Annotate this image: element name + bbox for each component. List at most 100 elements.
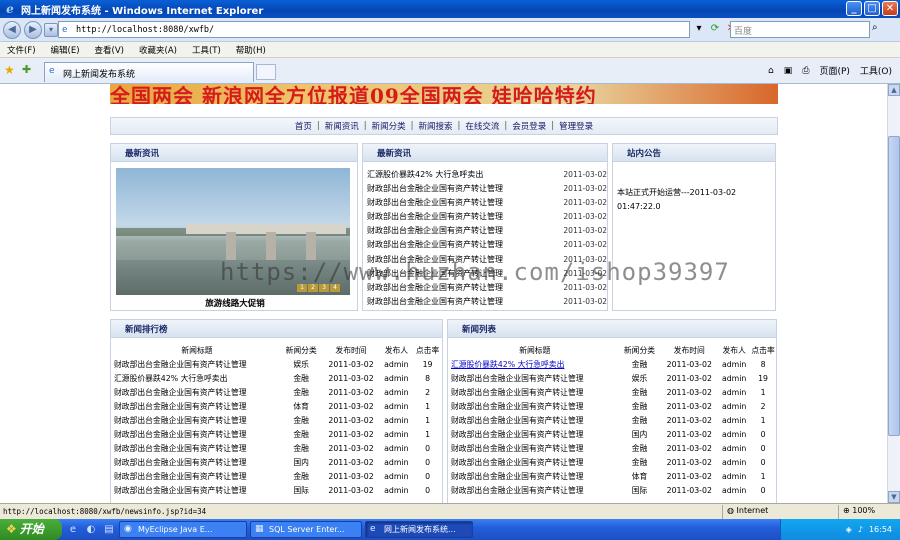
task-myeclipse[interactable]: ◉ MyEclipse Java E... [119,521,247,538]
news-title-cell[interactable]: 财政部出台金融企业国有资产转让管理 [451,413,619,427]
table-row[interactable]: 财政部出台金融企业国有资产转让管理 金融 2011-03-02 admin 0 [451,441,776,455]
news-title-cell[interactable]: 财政部出台金融企业国有资产转让管理 [451,483,619,497]
news-title-link[interactable]: 财政部出台金融企业国有资产转让管理 [367,210,503,224]
table-row[interactable]: 财政部出台金融企业国有资产转让管理 国内 2011-03-02 admin 0 [451,427,776,441]
zoom-level[interactable]: ⊕ 100% [838,505,879,519]
back-button[interactable]: ◀ [3,20,21,39]
table-row[interactable]: 财政部出台金融企业国有资产转让管理 金融 2011-03-02 admin 1 [451,385,776,399]
refresh-icon[interactable]: ⟳ [708,22,722,36]
news-title-cell[interactable]: 财政部出台金融企业国有资产转让管理 [114,357,280,371]
news-title-cell[interactable]: 财政部出台金融企业国有资产转让管理 [114,399,280,413]
tools-menu[interactable]: 工具(O) [860,64,892,77]
table-row[interactable]: 财政部出台金融企业国有资产转让管理 娱乐 2011-03-02 admin 19 [114,357,442,371]
news-title-cell[interactable]: 财政部出台金融企业国有资产转让管理 [451,469,619,483]
print-icon[interactable]: ⎙ [802,66,809,76]
news-title-cell[interactable]: 财政部出台金融企业国有资产转让管理 [451,441,619,455]
scroll-thumb[interactable] [888,136,900,436]
close-button[interactable]: ✕ [882,1,898,16]
menu-view[interactable]: 查看(V) [88,44,132,56]
table-row[interactable]: 财政部出台金融企业国有资产转让管理 金融 2011-03-02 admin 2 [114,385,442,399]
nav-member-login[interactable]: 会员登录 [507,120,551,132]
table-row[interactable]: 财政部出台金融企业国有资产转让管理 体育 2011-03-02 admin 1 [114,399,442,413]
table-row[interactable]: 汇源股价暴跌42% 大行急呼卖出 金融 2011-03-02 admin 8 [451,357,776,371]
scroll-down-button[interactable]: ▼ [888,491,900,503]
address-field[interactable]: e http://localhost:8080/xwfb/ [58,21,690,38]
news-title-cell[interactable]: 财政部出台金融企业国有资产转让管理 [114,427,280,441]
tray-volume-icon[interactable]: ♪ [858,525,863,534]
quicklaunch-app2-icon[interactable]: ▤ [102,523,116,537]
favorites-star-icon[interactable]: ★ [4,63,15,77]
menu-favorites[interactable]: 收藏夹(A) [132,44,185,56]
news-title-cell[interactable]: 汇源股价暴跌42% 大行急呼卖出 [114,371,280,385]
list-item[interactable]: 财政部出台金融企业国有资产转让管理 2011-03-02 [367,295,607,309]
add-favorites-icon[interactable]: ✚ [22,63,31,76]
news-title-cell[interactable]: 财政部出台金融企业国有资产转让管理 [114,455,280,469]
recent-pages-dropdown[interactable]: ▾ [44,22,58,37]
table-row[interactable]: 财政部出台金融企业国有资产转让管理 金融 2011-03-02 admin 0 [451,455,776,469]
nav-home[interactable]: 首页 [290,120,317,132]
news-title-cell[interactable]: 财政部出台金融企业国有资产转让管理 [451,385,619,399]
table-row[interactable]: 财政部出台金融企业国有资产转让管理 金融 2011-03-02 admin 0 [114,469,442,483]
news-title-link[interactable]: 汇源股价暴跌42% 大行急呼卖出 [367,168,483,182]
forward-button[interactable]: ▶ [24,20,42,39]
nav-search[interactable]: 新闻搜索 [413,120,457,132]
news-title-cell[interactable]: 财政部出台金融企业国有资产转让管理 [114,413,280,427]
table-row[interactable]: 财政部出台金融企业国有资产转让管理 娱乐 2011-03-02 admin 19 [451,371,776,385]
address-dropdown-icon[interactable]: ▾ [692,22,706,36]
list-item[interactable]: 财政部出台金融企业国有资产转让管理 2011-03-02 [367,238,607,252]
news-title-link[interactable]: 汇源股价暴跌42% 大行急呼卖出 [451,360,564,369]
search-input[interactable]: 百度 [730,21,870,38]
table-row[interactable]: 财政部出台金融企业国有资产转让管理 国内 2011-03-02 admin 0 [114,455,442,469]
menu-help[interactable]: 帮助(H) [229,44,274,56]
menu-tools[interactable]: 工具(T) [185,44,229,56]
list-item[interactable]: 财政部出台金融企业国有资产转让管理 2011-03-02 [367,182,607,196]
new-tab-button[interactable] [256,64,276,80]
news-title-cell[interactable]: 财政部出台金融企业国有资产转让管理 [451,371,619,385]
news-title-cell[interactable]: 财政部出台金融企业国有资产转让管理 [451,399,619,413]
list-item[interactable]: 财政部出台金融企业国有资产转让管理 2011-03-02 [367,210,607,224]
nav-chat[interactable]: 在线交流 [460,120,504,132]
scroll-up-button[interactable]: ▲ [888,84,900,96]
news-title-cell[interactable]: 财政部出台金融企业国有资产转让管理 [114,441,280,455]
news-title-cell[interactable]: 财政部出台金融企业国有资产转让管理 [451,427,619,441]
table-row[interactable]: 财政部出台金融企业国有资产转让管理 体育 2011-03-02 admin 1 [451,469,776,483]
news-title-link[interactable]: 财政部出台金融企业国有资产转让管理 [367,238,503,252]
news-title-cell[interactable]: 财政部出台金融企业国有资产转让管理 [114,483,280,497]
table-row[interactable]: 财政部出台金融企业国有资产转让管理 金融 2011-03-02 admin 0 [114,441,442,455]
table-row[interactable]: 财政部出台金融企业国有资产转让管理 金融 2011-03-02 admin 1 [114,413,442,427]
news-title-link[interactable]: 财政部出台金融企业国有资产转让管理 [367,182,503,196]
table-row[interactable]: 财政部出台金融企业国有资产转让管理 金融 2011-03-02 admin 1 [114,427,442,441]
table-row[interactable]: 汇源股价暴跌42% 大行急呼卖出 金融 2011-03-02 admin 8 [114,371,442,385]
nav-admin-login[interactable]: 管理登录 [554,120,598,132]
list-item[interactable]: 财政部出台金融企业国有资产转让管理 2011-03-02 [367,224,607,238]
search-icon[interactable]: ⌕ [872,22,878,33]
news-title-link[interactable]: 财政部出台金融企业国有资产转让管理 [367,224,503,238]
menu-edit[interactable]: 编辑(E) [44,44,88,56]
tab-current[interactable]: e 网上新闻发布系统 [44,62,254,82]
featured-caption[interactable]: 旅游线路大促销 [111,297,359,309]
quicklaunch-ie-icon[interactable]: e [66,523,80,537]
list-item[interactable]: 汇源股价暴跌42% 大行急呼卖出 2011-03-02 [367,168,607,182]
news-title-link[interactable]: 财政部出台金融企业国有资产转让管理 [367,295,503,309]
news-title-cell[interactable]: 财政部出台金融企业国有资产转让管理 [451,455,619,469]
minimize-button[interactable]: _ [846,1,862,16]
news-title-cell[interactable]: 财政部出台金融企业国有资产转让管理 [114,385,280,399]
list-item[interactable]: 财政部出台金融企业国有资产转让管理 2011-03-02 [367,196,607,210]
banner[interactable]: 全国两会 新浪网全方位报道09全国两会 娃哈哈特约 [110,84,778,104]
home-icon[interactable]: ⌂ [768,66,774,76]
menu-file[interactable]: 文件(F) [0,44,44,56]
tray-network-icon[interactable]: ◈ [846,525,852,534]
table-row[interactable]: 财政部出台金融企业国有资产转让管理 国际 2011-03-02 admin 0 [114,483,442,497]
table-row[interactable]: 财政部出台金融企业国有资产转让管理 金融 2011-03-02 admin 1 [451,413,776,427]
quicklaunch-app-icon[interactable]: ◐ [84,523,98,537]
page-menu[interactable]: 页面(P) [819,64,849,77]
task-ie[interactable]: e 网上新闻发布系统... [365,521,473,538]
news-title-cell[interactable]: 汇源股价暴跌42% 大行急呼卖出 [451,357,619,371]
news-title-link[interactable]: 财政部出台金融企业国有资产转让管理 [367,196,503,210]
table-row[interactable]: 财政部出台金融企业国有资产转让管理 金融 2011-03-02 admin 2 [451,399,776,413]
start-button[interactable]: ❖ 开始 [0,519,62,540]
task-sqlserver[interactable]: ▦ SQL Server Enter... [250,521,362,538]
feeds-icon[interactable]: ▣ [784,66,793,76]
notice-text[interactable]: 本站正式开始运营---2011-03-02 01:47:22.0 [617,186,773,214]
table-row[interactable]: 财政部出台金融企业国有资产转让管理 国际 2011-03-02 admin 0 [451,483,776,497]
